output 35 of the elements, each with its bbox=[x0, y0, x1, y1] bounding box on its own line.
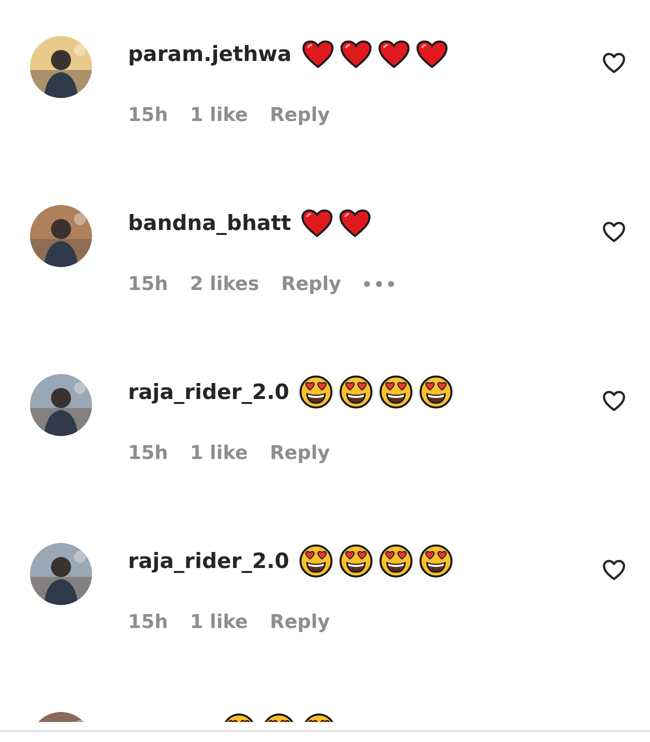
heart-eyes-face-icon bbox=[299, 375, 334, 409]
likes-count[interactable]: 1 like bbox=[190, 611, 248, 633]
username[interactable]: bandna_bhatt bbox=[128, 211, 292, 235]
heart-emoji-icon bbox=[339, 209, 372, 237]
reply-button[interactable]: Reply bbox=[270, 104, 330, 126]
heart-eyes-face-icon bbox=[379, 544, 414, 578]
like-heart-icon[interactable] bbox=[602, 390, 626, 412]
username[interactable]: param.jethwa bbox=[128, 42, 292, 66]
likes-count[interactable]: 2 likes bbox=[190, 273, 260, 295]
comment-time: 15h bbox=[128, 442, 168, 464]
heart-eyes-face-icon bbox=[379, 375, 414, 409]
heart-emoji-icon bbox=[302, 40, 334, 68]
likes-count[interactable]: 1 like bbox=[190, 104, 248, 126]
comment-time: 15h bbox=[128, 104, 168, 126]
heart-eyes-face-icon bbox=[419, 544, 454, 578]
heart-eyes-face-icon bbox=[339, 375, 374, 409]
heart-emoji-icon bbox=[301, 209, 334, 237]
heart-emoji-icon bbox=[416, 40, 448, 68]
heart-emoji-icon bbox=[378, 40, 410, 68]
heart-eyes-face-icon bbox=[299, 544, 334, 578]
reply-button[interactable]: Reply bbox=[270, 611, 330, 633]
heart-eyes-face-icon bbox=[419, 375, 454, 409]
like-heart-icon[interactable] bbox=[602, 221, 626, 243]
like-heart-icon[interactable] bbox=[602, 52, 626, 74]
reply-button[interactable]: Reply bbox=[270, 442, 330, 464]
like-heart-icon[interactable] bbox=[602, 559, 626, 581]
username[interactable]: raja_rider_2.0 bbox=[128, 549, 290, 573]
comment-time: 15h bbox=[128, 273, 168, 295]
more-options-icon[interactable] bbox=[363, 280, 396, 288]
comment-time: 15h bbox=[128, 611, 168, 633]
likes-count[interactable]: 1 like bbox=[190, 442, 248, 464]
heart-emoji-icon bbox=[340, 40, 372, 68]
username[interactable]: raja_rider_2.0 bbox=[128, 380, 290, 404]
heart-eyes-face-icon bbox=[339, 544, 374, 578]
reply-button[interactable]: Reply bbox=[281, 273, 342, 295]
